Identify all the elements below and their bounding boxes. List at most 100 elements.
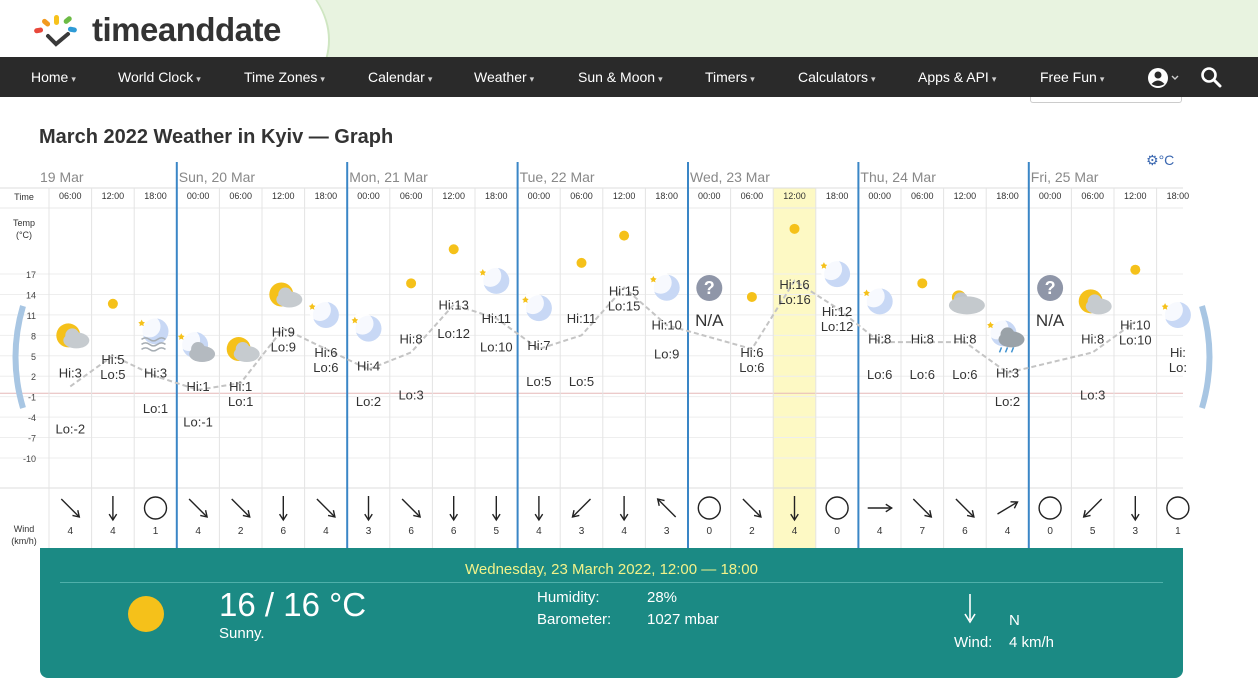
search-button[interactable] [1200,66,1222,88]
lo-label: Lo:12 [437,326,470,341]
day-label: Sun, 20 Mar [179,169,256,185]
sun-icon [1130,264,1141,275]
hi-label: Hi:8 [911,331,934,346]
wind-speed: 0 [1047,526,1053,537]
nw-to-se-arrow-icon [316,498,336,518]
hi-label: Hi:10 [1120,318,1150,333]
lo-label: Lo:10 [1119,333,1152,348]
cloud-puff [1087,294,1102,309]
chevron-down-icon: ▾ [871,74,876,84]
nav-free-fun[interactable]: Free Fun ▾ [1040,69,1104,85]
search-dropdown-edge [1030,97,1182,103]
wind-speed: 0 [834,526,840,537]
calm-circle-icon [1166,496,1190,520]
cloud-puff [278,287,293,302]
wind-speed: 5 [494,526,500,537]
sun-icon [619,230,630,241]
time-label: 06:00 [911,191,934,201]
nav-time-zones[interactable]: Time Zones ▾ [244,69,325,85]
moon-shadow [479,264,502,287]
hi-label: Hi:12 [822,304,852,319]
time-label: 00:00 [357,191,380,201]
fog-line [141,347,166,352]
nav-label: Calendar [368,69,425,85]
wind-speed: 4 [621,526,627,537]
weather-graph-canvas: 171411852-1-4-7-1019 Mar Sun, 20 Mar Mon, … [0,162,1191,548]
time-label: 06:00 [1081,191,1104,201]
y-axis-tick: 2 [31,372,36,382]
detail-panel: Wednesday, 23 March 2022, 12:00 — 18:00 … [40,548,1183,678]
nw-to-se-arrow-icon [401,498,421,518]
sun-icon [406,278,417,289]
y-axis-tick: 8 [31,331,36,341]
chevron-down-icon: ▾ [658,74,663,84]
y-axis-tick: 17 [26,270,36,280]
hi-label: Hi:3 [59,365,82,380]
nw-to-se-arrow-icon [912,498,932,518]
chevron-down-icon [1171,75,1179,80]
prev-button[interactable] [5,302,27,412]
wind-speed: 4 [68,526,74,537]
se-to-nw-arrow-icon [657,498,677,518]
na-label: N/A [695,311,724,330]
lo-label: Lo:6 [739,360,764,375]
y-axis-tick: -4 [28,413,36,423]
nav-weather[interactable]: Weather ▾ [474,69,534,85]
y-axis-tick: -10 [23,454,36,464]
site-logo[interactable]: timeanddate [30,11,281,48]
wind-speed: 0 [707,526,713,537]
logo-rays-icon [34,15,77,47]
wind-speed: 6 [281,526,287,537]
lo-label: Lo:6 [867,367,892,382]
cloud-puff [235,342,250,357]
lo-label: Lo:2 [995,394,1020,409]
wind-speed: 6 [408,526,414,537]
time-label: 12:00 [102,191,125,201]
header-background [300,0,1258,57]
wind-speed: 5 [1090,526,1096,537]
wind-speed: 2 [749,526,755,537]
hi-label: Hi:16 [779,277,809,292]
next-button[interactable] [1198,302,1220,412]
wind-speed: 3 [664,526,670,537]
page-title: March 2022 Weather in Kyiv — Graph [39,126,394,148]
time-label: 12:00 [613,191,636,201]
nav-apps-api[interactable]: Apps & API ▾ [918,69,996,85]
nav-calendar[interactable]: Calendar ▾ [368,69,432,85]
time-label: 18:00 [485,191,508,201]
nav-world-clock[interactable]: World Clock ▾ [118,69,201,85]
lo-label: Lo:1 [143,401,168,416]
question-mark: ? [1045,278,1056,298]
lo-label: Lo:15 [608,299,641,314]
question-mark: ? [704,278,715,298]
calm-circle-icon [697,496,721,520]
chevron-left-icon [12,305,26,409]
lo-label: Lo:2 [356,394,381,409]
main-nav: Home ▾ World Clock ▾ Time Zones ▾ Calendar ▾… [0,57,1258,97]
nav-home[interactable]: Home ▾ [31,69,76,85]
y-axis-tick: 5 [31,352,36,362]
hi-label: Hi:9 [272,325,295,340]
day-label: Tue, 22 Mar [520,169,595,185]
moon-shadow [862,285,885,308]
time-label: 12:00 [1124,191,1147,201]
time-label: 18:00 [1167,191,1190,201]
day-label: Wed, 23 Mar [690,169,770,185]
wind-speed: 3 [1133,526,1139,537]
rain-drop [998,347,1003,353]
time-label: 18:00 [315,191,338,201]
account-button[interactable] [1147,67,1179,89]
hi-label: Hi:6 [314,345,337,360]
lo-label: Lo:12 [821,319,854,334]
nav-label: Apps & API [918,69,989,85]
rain-drop [1010,347,1015,353]
hi-label: Hi:4 [357,359,380,374]
wind-speed: 4 [110,526,116,537]
hi-label: Hi: [1170,345,1186,360]
hi-label: Hi:10 [652,318,682,333]
wind-speed: 4 [792,526,798,537]
chevron-down-icon: ▾ [196,74,201,84]
nav-sun-moon[interactable]: Sun & Moon ▾ [578,69,663,85]
nav-calculators[interactable]: Calculators ▾ [798,69,876,85]
nav-timers[interactable]: Timers ▾ [705,69,755,85]
